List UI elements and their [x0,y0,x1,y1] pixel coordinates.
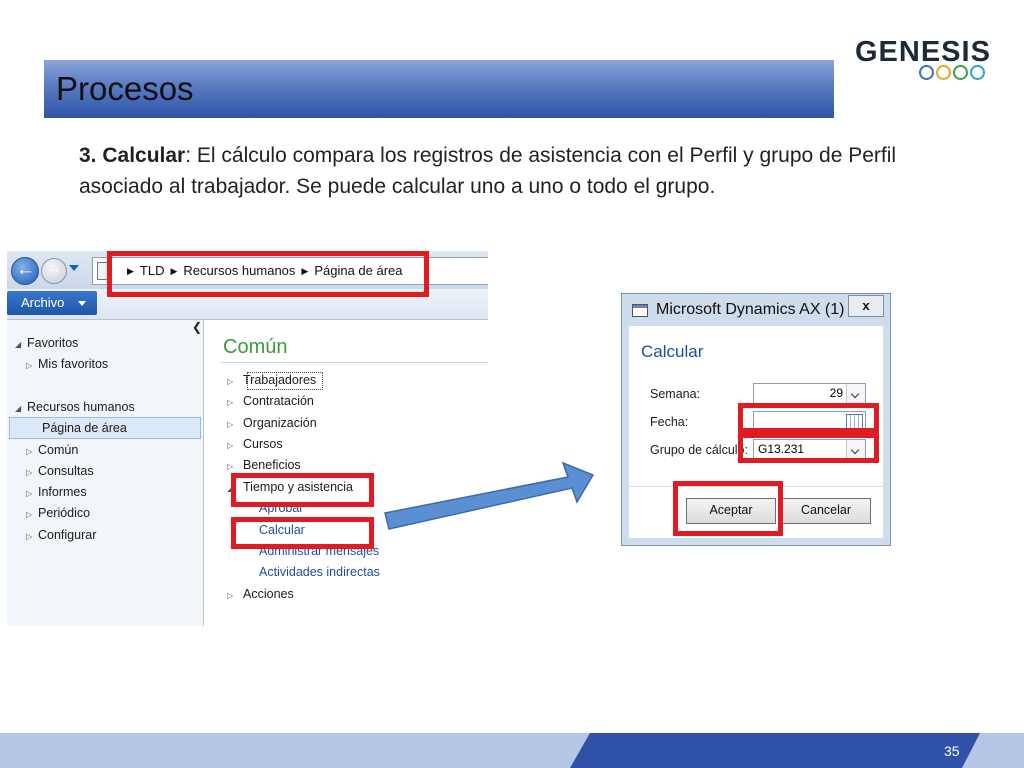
archivo-label: Archivo [21,295,65,310]
archivo-menu-button[interactable]: Archivo [7,291,97,315]
highlight-tiempo-y-asistencia [231,473,374,507]
highlight-aceptar [673,481,783,536]
sidebar-item-label: Mis favoritos [38,357,109,371]
sidebar-item-configurar[interactable]: ▷ Configurar [26,528,96,542]
highlight-grupo-de-calculo [738,433,879,463]
highlight-breadcrumb [107,251,429,297]
slide-title-bar: Procesos [44,60,834,118]
sidebar-item-recursos-humanos[interactable]: ◢ Recursos humanos [15,400,135,414]
collapsed-triangle-icon: ▷ [26,532,33,541]
logo-ring [919,65,934,80]
group-label: Contratación [243,394,314,408]
sidebar-item-pagina-de-area[interactable]: Página de área [42,421,127,435]
pointer-arrow-icon [384,461,595,530]
chevron-down-icon [78,301,86,306]
description-bold: 3. Calcular [79,144,186,167]
sidebar-item-label: Informes [38,485,87,499]
sidebar-item-comun[interactable]: ▷ Común [26,443,78,457]
forward-arrow-icon[interactable] [41,258,67,284]
slide-description: 3. Calcular: El cálculo compara los regi… [79,140,939,202]
heading-divider [221,362,488,363]
sidebar-item-label: Favoritos [27,336,79,350]
collapsed-triangle-icon: ▷ [227,398,234,407]
collapsed-triangle-icon: ▷ [227,420,234,429]
genesis-logo: GENESIS [855,36,995,86]
collapsed-triangle-icon: ▷ [26,489,33,498]
group-acciones[interactable]: ▷ Acciones [227,587,294,601]
dialog-title: Microsoft Dynamics AX (1) [656,301,845,318]
cancelar-button[interactable]: Cancelar [781,498,871,524]
logo-ring [970,65,985,80]
sidebar-item-label: Recursos humanos [27,400,135,414]
group-label: Trabajadores [243,373,317,387]
expanded-triangle-icon: ◢ [15,340,22,349]
collapse-pane-icon[interactable]: ❮ [192,320,202,334]
content-heading: Común [223,336,288,358]
dialog-titlebar[interactable]: Microsoft Dynamics AX (1) x [622,294,890,326]
footer-accent [570,733,980,768]
group-label: Organización [243,416,317,430]
page-number: 35 [944,743,960,759]
description-text: : El cálculo compara los registros de as… [79,144,897,198]
group-label: Acciones [243,587,294,601]
logo-rings [919,65,987,83]
logo-ring [953,65,968,80]
group-label: Cursos [243,437,283,451]
history-dropdown-icon[interactable] [69,265,79,271]
group-beneficios[interactable]: ▷ Beneficios [227,458,301,472]
dialog-heading: Calcular [641,342,704,361]
group-organizacion[interactable]: ▷ Organización [227,416,317,430]
semana-field[interactable]: 29 [753,383,866,405]
group-label: Beneficios [243,458,301,472]
highlight-calcular [231,517,374,549]
semana-value: 29 [829,386,843,400]
collapsed-triangle-icon: ▷ [26,468,33,477]
group-cursos[interactable]: ▷ Cursos [227,437,283,451]
collapsed-triangle-icon: ▷ [26,447,33,456]
sidebar-item-label: Consultas [38,464,94,478]
chevron-down-icon[interactable] [846,384,865,404]
collapsed-triangle-icon: ▷ [26,361,33,370]
group-trabajadores[interactable]: ▷ Trabajadores [227,373,316,387]
collapsed-triangle-icon: ▷ [227,591,234,600]
collapsed-triangle-icon: ▷ [227,441,234,450]
sidebar-item-informes[interactable]: ▷ Informes [26,485,87,499]
semana-label: Semana: [650,387,701,401]
sidebar-item-label: Configurar [38,528,97,542]
window-icon [632,304,648,317]
sidebar-item-favoritos[interactable]: ◢ Favoritos [15,336,78,350]
link-actividades-indirectas[interactable]: Actividades indirectas [259,565,380,579]
sidebar-item-label: Periódico [38,506,91,520]
expanded-triangle-icon: ◢ [15,404,22,413]
fecha-label: Fecha: [650,415,689,429]
sidebar-item-periodico[interactable]: ▷ Periódico [26,506,90,520]
sidebar-item-consultas[interactable]: ▷ Consultas [26,464,94,478]
slide-footer [0,733,1024,768]
sidebar-item-mis-favoritos[interactable]: ▷ Mis favoritos [26,357,108,371]
logo-ring [936,65,951,80]
back-arrow-icon[interactable] [11,257,39,285]
collapsed-triangle-icon: ▷ [227,462,234,471]
slide-title: Procesos [56,70,194,107]
collapsed-triangle-icon: ▷ [227,377,234,386]
dynamics-ax-window-screenshot: ▶TLD▶Recursos humanos▶Página de área Arc… [7,251,488,626]
collapsed-triangle-icon: ▷ [26,510,33,519]
grupo-label: Grupo de cálculo: [650,443,748,457]
group-contratacion[interactable]: ▷ Contratación [227,394,314,408]
highlight-fecha [738,403,879,433]
navigation-pane: ❮ ◢ Favoritos ▷ Mis favoritos ◢ Recursos hu… [7,320,204,626]
sidebar-item-label: Común [38,443,79,457]
close-button[interactable]: x [848,295,884,317]
